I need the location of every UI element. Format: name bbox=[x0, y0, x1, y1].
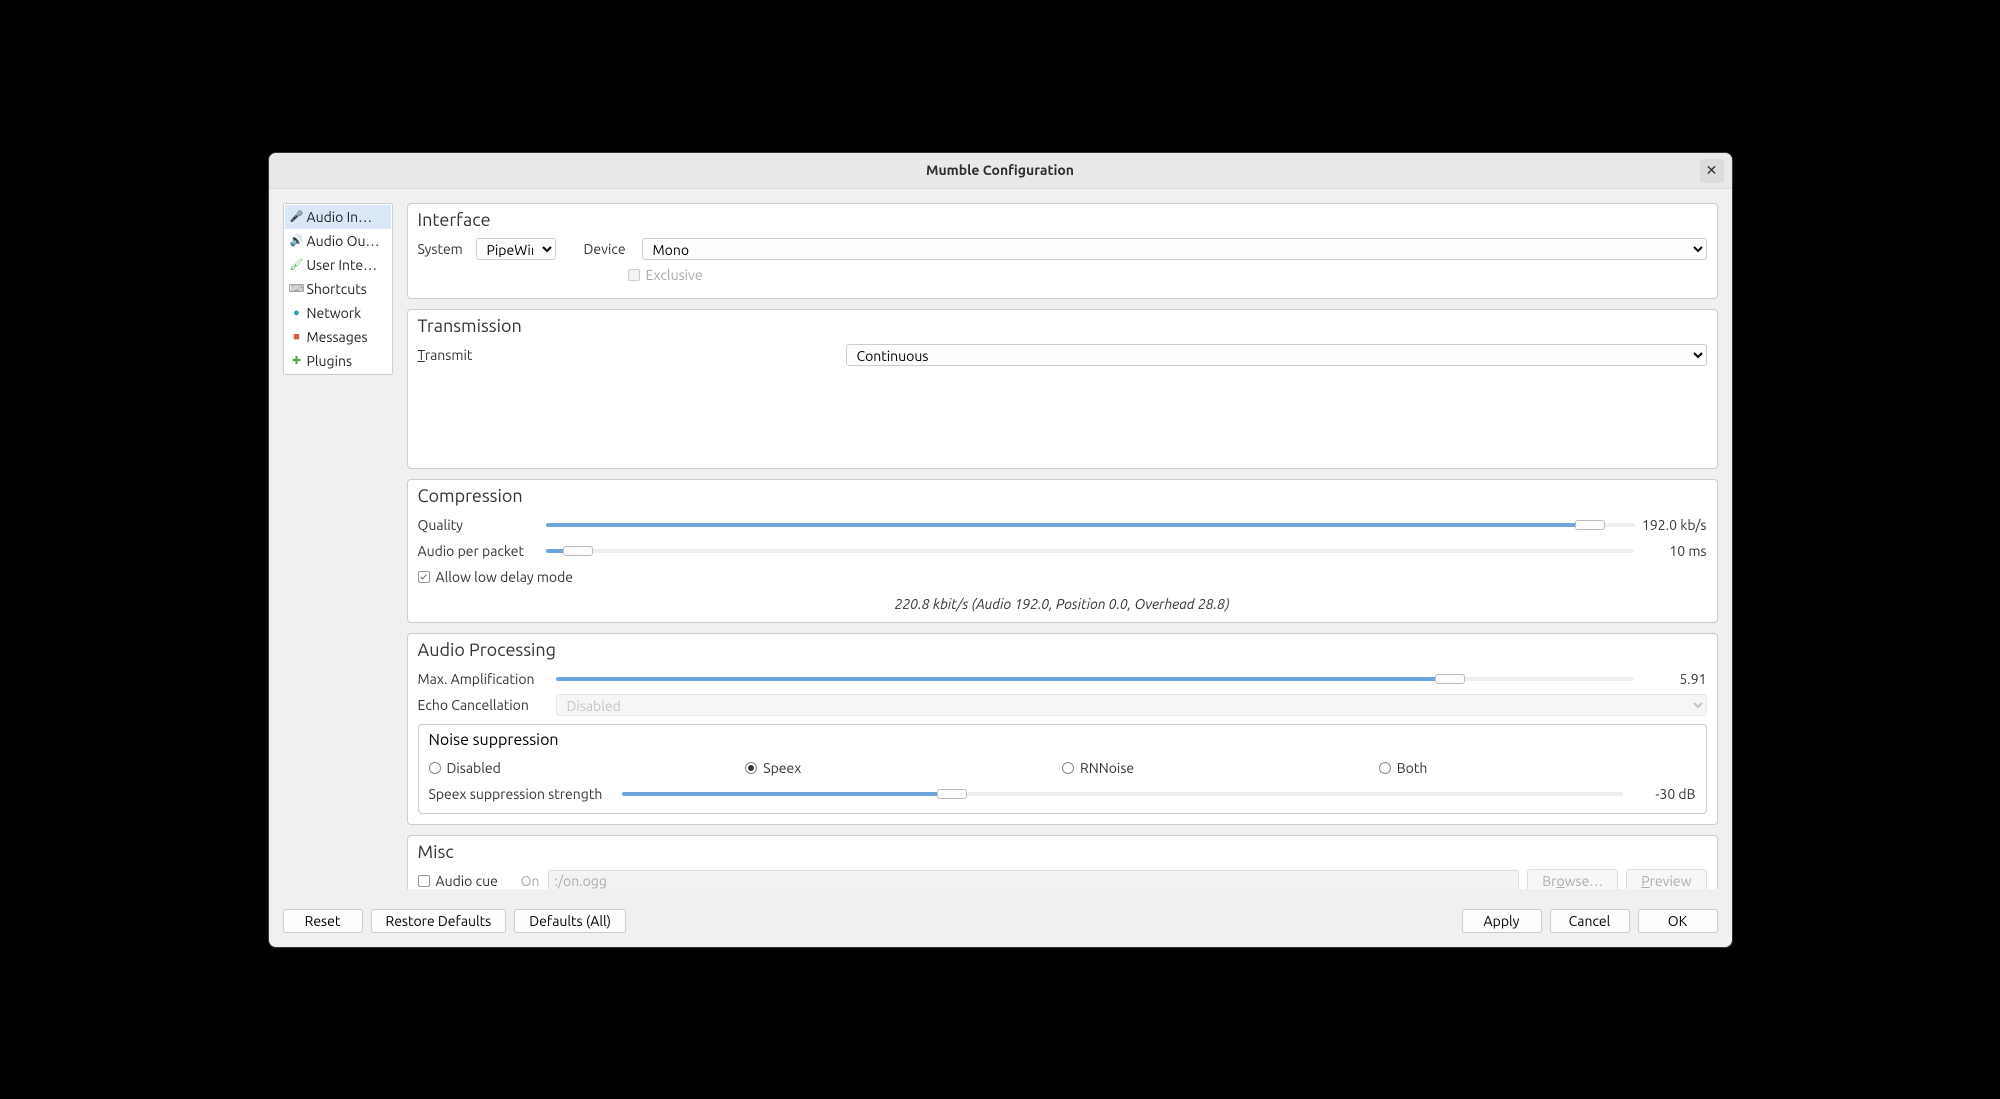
compression-title: Compression bbox=[418, 486, 1707, 506]
noise-radio-rnnoise[interactable]: RNNoise bbox=[1062, 760, 1379, 776]
strength-value: -30 dB bbox=[1631, 786, 1696, 802]
amp-label: Max. Amplification bbox=[418, 671, 548, 687]
checkbox-icon bbox=[418, 875, 430, 887]
sidebar-item-shortcuts[interactable]: ⌨Shortcuts bbox=[285, 277, 391, 301]
preview-on-button: Preview bbox=[1626, 869, 1706, 889]
transmit-label: Transmit bbox=[418, 347, 838, 363]
sidebar-item-audio-output[interactable]: 🔊Audio Ou… bbox=[285, 229, 391, 253]
checkbox-icon bbox=[628, 269, 640, 281]
brush-icon: 🖌 bbox=[291, 259, 303, 271]
group-interface: Interface System PipeWire Device Mono bbox=[407, 203, 1718, 299]
system-label: System bbox=[418, 241, 468, 257]
sidebar-item-plugins[interactable]: ✚Plugins bbox=[285, 349, 391, 373]
echo-select: Disabled bbox=[556, 694, 1707, 716]
keyboard-icon: ⌨ bbox=[291, 283, 303, 295]
transmission-title: Transmission bbox=[418, 316, 1707, 336]
interface-title: Interface bbox=[418, 210, 1707, 230]
sidebar-item-user-interface[interactable]: 🖌User Inte… bbox=[285, 253, 391, 277]
on-path-input bbox=[548, 870, 1520, 889]
quality-label: Quality bbox=[418, 517, 538, 533]
noise-radio-both[interactable]: Both bbox=[1379, 760, 1696, 776]
globe-icon: ● bbox=[291, 307, 303, 319]
quality-slider[interactable] bbox=[546, 518, 1634, 532]
group-processing: Audio Processing Max. Amplification 5.91… bbox=[407, 633, 1718, 825]
sidebar-item-network[interactable]: ●Network bbox=[285, 301, 391, 325]
group-transmission: Transmission Transmit Continuous bbox=[407, 309, 1718, 469]
packet-label: Audio per packet bbox=[418, 543, 538, 559]
echo-label: Echo Cancellation bbox=[418, 697, 548, 713]
browse-on-button: Browse… bbox=[1527, 869, 1618, 889]
puzzle-icon: ✚ bbox=[291, 355, 303, 367]
config-window: Mumble Configuration ✕ 🎤Audio In… 🔊Audio… bbox=[268, 152, 1733, 948]
window-body: 🎤Audio In… 🔊Audio Ou… 🖌User Inte… ⌨Short… bbox=[269, 189, 1732, 903]
speaker-icon: 🔊 bbox=[291, 235, 303, 247]
system-select[interactable]: PipeWire bbox=[476, 238, 556, 260]
reset-button[interactable]: Reset bbox=[283, 909, 363, 933]
exclusive-checkbox: Exclusive bbox=[628, 267, 703, 283]
audiocue-checkbox[interactable]: Audio cue bbox=[418, 873, 508, 889]
quality-value: 192.0 kb/s bbox=[1642, 517, 1707, 533]
noise-radio-speex[interactable]: Speex bbox=[745, 760, 1062, 776]
amp-value: 5.91 bbox=[1642, 671, 1707, 687]
group-misc: Misc Audio cue On Browse… Preview Off Br… bbox=[407, 835, 1718, 889]
packet-slider[interactable] bbox=[546, 544, 1634, 558]
sidebar: 🎤Audio In… 🔊Audio Ou… 🖌User Inte… ⌨Short… bbox=[283, 203, 393, 375]
ok-button[interactable]: OK bbox=[1638, 909, 1718, 933]
restore-defaults-button[interactable]: Restore Defaults bbox=[371, 909, 507, 933]
strength-slider[interactable] bbox=[622, 787, 1623, 801]
misc-title: Misc bbox=[418, 842, 1707, 862]
message-icon: ■ bbox=[291, 331, 303, 343]
device-select[interactable]: Mono bbox=[642, 238, 1707, 260]
transmit-select[interactable]: Continuous bbox=[846, 344, 1707, 366]
mic-icon: 🎤 bbox=[291, 211, 303, 223]
apply-button[interactable]: Apply bbox=[1462, 909, 1542, 933]
packet-value: 10 ms bbox=[1642, 543, 1707, 559]
noise-suppression-group: Noise suppression Disabled Speex RNNoise… bbox=[418, 724, 1707, 814]
compression-summary: 220.8 kbit/s (Audio 192.0, Position 0.0,… bbox=[418, 590, 1707, 612]
amp-slider[interactable] bbox=[556, 672, 1634, 686]
noise-title: Noise suppression bbox=[429, 731, 1696, 749]
sidebar-item-messages[interactable]: ■Messages bbox=[285, 325, 391, 349]
window-title: Mumble Configuration bbox=[926, 162, 1074, 178]
noise-radio-disabled[interactable]: Disabled bbox=[429, 760, 746, 776]
checkbox-icon: ✓ bbox=[418, 571, 430, 583]
cancel-button[interactable]: Cancel bbox=[1550, 909, 1630, 933]
group-compression: Compression Quality 192.0 kb/s Audio per… bbox=[407, 479, 1718, 623]
device-label: Device bbox=[584, 241, 634, 257]
titlebar: Mumble Configuration ✕ bbox=[269, 153, 1732, 189]
on-label: On bbox=[516, 873, 540, 889]
footer: Reset Restore Defaults Defaults (All) Ap… bbox=[269, 903, 1732, 947]
lowdelay-checkbox[interactable]: ✓ Allow low delay mode bbox=[418, 569, 574, 585]
close-button[interactable]: ✕ bbox=[1700, 159, 1724, 183]
processing-title: Audio Processing bbox=[418, 640, 1707, 660]
strength-label: Speex suppression strength bbox=[429, 786, 614, 802]
defaults-all-button[interactable]: Defaults (All) bbox=[514, 909, 626, 933]
sidebar-item-audio-input[interactable]: 🎤Audio In… bbox=[285, 205, 391, 229]
content-area: Interface System PipeWire Device Mono bbox=[407, 203, 1718, 889]
